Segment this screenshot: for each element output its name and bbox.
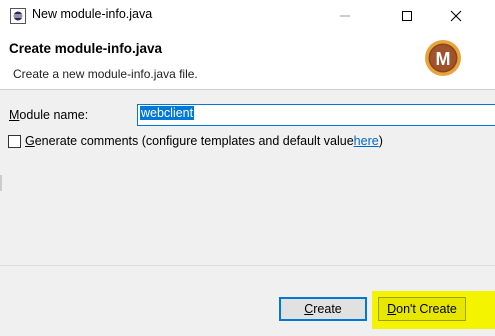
module-name-input[interactable]: webclient	[137, 104, 495, 126]
generate-label-suffix: )	[378, 134, 383, 148]
dont-create-mnemonic: D	[387, 302, 397, 316]
generate-comments-row[interactable]: Generate comments (configure templates a…	[8, 134, 383, 148]
dont-create-label: on't Create	[396, 302, 457, 316]
window-title: New module-info.java	[32, 7, 153, 21]
dont-create-button[interactable]: Don't Create	[378, 297, 466, 321]
title-bar: New module-info.java	[0, 0, 495, 32]
here-link[interactable]: here	[354, 134, 379, 148]
generate-mnemonic: G	[25, 134, 35, 148]
wizard-header: Create module-info.java Create a new mod…	[0, 32, 495, 89]
generate-comments-label: enerate comments (configure templates an…	[34, 134, 354, 148]
maven-logo-icon: M	[425, 40, 461, 76]
create-button[interactable]: Create	[279, 297, 367, 321]
maximize-icon	[402, 11, 412, 21]
wizard-body: Module name: webclient Generate comments…	[0, 89, 495, 336]
create-mnemonic: C	[304, 302, 314, 316]
left-edge-mark	[0, 175, 2, 191]
minimize-icon	[340, 15, 350, 17]
maximize-button[interactable]	[384, 0, 430, 32]
module-name-label: Module name:	[9, 108, 88, 122]
minimize-button[interactable]	[322, 0, 368, 32]
button-bar: Create Don't Create	[0, 265, 495, 336]
close-button[interactable]	[433, 0, 479, 32]
module-name-label-text: odule name:	[19, 108, 89, 122]
create-label: reate	[313, 302, 342, 316]
eclipse-icon	[10, 8, 26, 24]
module-name-mnemonic: M	[9, 108, 20, 122]
module-name-value: webclient	[140, 106, 195, 120]
close-icon	[450, 10, 462, 22]
maven-logo-letter: M	[436, 49, 451, 69]
generate-comments-checkbox[interactable]	[8, 134, 21, 148]
wizard-description: Create a new module-info.java file.	[13, 67, 198, 81]
wizard-title: Create module-info.java	[9, 41, 163, 56]
